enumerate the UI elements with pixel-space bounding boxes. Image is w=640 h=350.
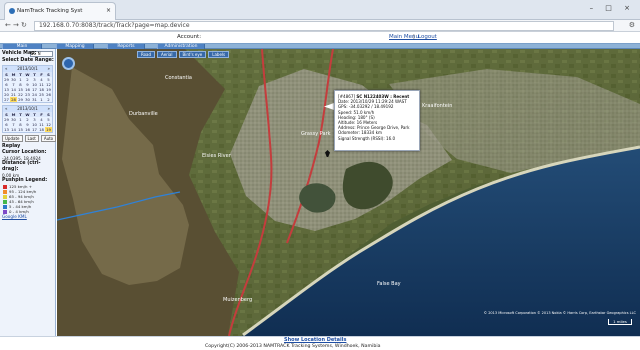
update-button[interactable]: Update [2, 135, 23, 142]
calendar-day[interactable]: 18 [38, 127, 45, 132]
left-control-panel: Vehicle Map: SC N Select Date Range: «20… [0, 49, 57, 336]
reload-icon[interactable]: ↻ [21, 21, 27, 29]
browser-tab[interactable]: NamTrack Tracking Syst × [4, 2, 116, 20]
map-label-durbanville: Durbanville [129, 111, 158, 117]
calendar-day[interactable]: 1 [38, 97, 45, 102]
map-label-constantia: Constantia [165, 75, 192, 81]
distance-label: Distance (ctrl-drag): [2, 161, 41, 172]
google-kml-link[interactable]: Google KML [0, 214, 55, 220]
map-view[interactable]: Constantia Grassy Park Kraaifontein Elsi… [57, 49, 640, 336]
labels-toggle-button[interactable]: Labels [208, 51, 230, 58]
from-calendar[interactable]: «2013/10/1» S M T W T F S 29 30 1 2 3 4 5 6 7 8 9 10 11 12 13… [2, 65, 53, 103]
copyright-text: Copyright(C) 2006-2013 NAMTRACK Tracking… [205, 344, 381, 349]
calendar-day[interactable]: 15 [17, 127, 24, 132]
address-bar-row: ← → ↻ 192.168.0.70:8083/track/Track?page… [0, 20, 640, 32]
calendar-day[interactable]: 14 [10, 127, 17, 132]
account-label: Account: [177, 34, 202, 40]
tab-favicon-icon [9, 8, 15, 14]
menu-separator: | [413, 34, 415, 40]
logout-link[interactable]: Logout [418, 32, 437, 43]
map-label-muizenberg: Muizenberg [223, 297, 252, 303]
tab-title: NamTrack Tracking Syst [17, 8, 83, 14]
map-type-controls: Road Aerial Bird's eye Labels [137, 51, 230, 58]
page-footer: Show Location Details Copyright(C) 2006-… [0, 336, 640, 350]
map-attribution: © 2013 Microsoft Corporation © 2013 Noki… [483, 311, 636, 315]
calendar-day[interactable]: 16 [24, 127, 31, 132]
legend-color-swatch [3, 204, 7, 209]
update-controls: Update Last Auto [0, 133, 57, 144]
close-tab-icon[interactable]: × [106, 3, 111, 19]
calendar-day[interactable]: 28 [10, 97, 17, 102]
map-label-kraaifontein: Kraaifontein [422, 103, 452, 109]
map-label-grassy-park: Grassy Park [301, 131, 331, 137]
to-calendar-grid[interactable]: S M T W T F S 29 30 1 2 3 4 5 6 7 8 9 10 11 12 13 14 15 16 17 18 19 [3, 112, 52, 132]
calendar-day[interactable]: 27 [3, 97, 10, 102]
window-controls[interactable]: – □ × [590, 4, 635, 12]
vehicle-info-popup: [#4867] SC N122403W : Recent Date: 2013/… [334, 90, 420, 151]
legend-color-swatch [3, 184, 7, 189]
legend-color-swatch [3, 194, 7, 199]
page-header: Account: Main Menu | Logout [0, 32, 640, 43]
wrench-icon[interactable]: ⚙ [629, 21, 635, 29]
calendar-day[interactable]: 29 [17, 97, 24, 102]
from-calendar-grid[interactable]: S M T W T F S 29 30 1 2 3 4 5 6 7 8 9 10 11 12 13 14 15 16 17 18 19… [3, 72, 52, 102]
map-label-false-bay: False Bay [377, 281, 401, 287]
to-calendar[interactable]: «2013/10/1» S M T W T F S 29 30 1 2 3 4 5 6 7 8 9 10 11 12 13… [2, 105, 53, 133]
road-map-button[interactable]: Road [137, 51, 156, 58]
map-navigation-control[interactable] [62, 57, 75, 70]
auto-button[interactable]: Auto [40, 135, 57, 142]
calendar-day[interactable]: 13 [3, 127, 10, 132]
calendar-day[interactable]: 19 [45, 127, 52, 132]
select-date-label: Select Date Range: [2, 58, 54, 63]
calendar-day[interactable]: 17 [31, 127, 38, 132]
calendar-day[interactable]: 31 [31, 97, 38, 102]
forward-icon[interactable]: → [13, 21, 19, 29]
aerial-map-button[interactable]: Aerial [157, 51, 177, 58]
last-button[interactable]: Last [24, 135, 39, 142]
pushpin-legend: 125 km/h +95 - 124 km/h 65 - 94 km/h 45 - … [0, 184, 55, 214]
popup-signal: Signal Strength (RSSI): 16.0 [338, 135, 396, 141]
birds-eye-button[interactable]: Bird's eye [178, 51, 207, 58]
legend-color-swatch [3, 199, 7, 204]
legend-color-swatch [3, 209, 7, 214]
calendar-day[interactable]: 30 [24, 97, 31, 102]
browser-tab-strip: NamTrack Tracking Syst × – □ × [0, 0, 640, 20]
url-input[interactable]: 192.168.0.70:8083/track/Track?page=map.d… [34, 21, 614, 31]
calendar-day[interactable]: 2 [45, 97, 52, 102]
map-scale: 1 miles [608, 319, 632, 325]
show-location-details-link[interactable]: Show Location Details [284, 337, 346, 344]
back-icon[interactable]: ← [5, 21, 11, 29]
legend-color-swatch [3, 189, 7, 194]
map-label-elsies-river: Elsies River [202, 153, 232, 159]
